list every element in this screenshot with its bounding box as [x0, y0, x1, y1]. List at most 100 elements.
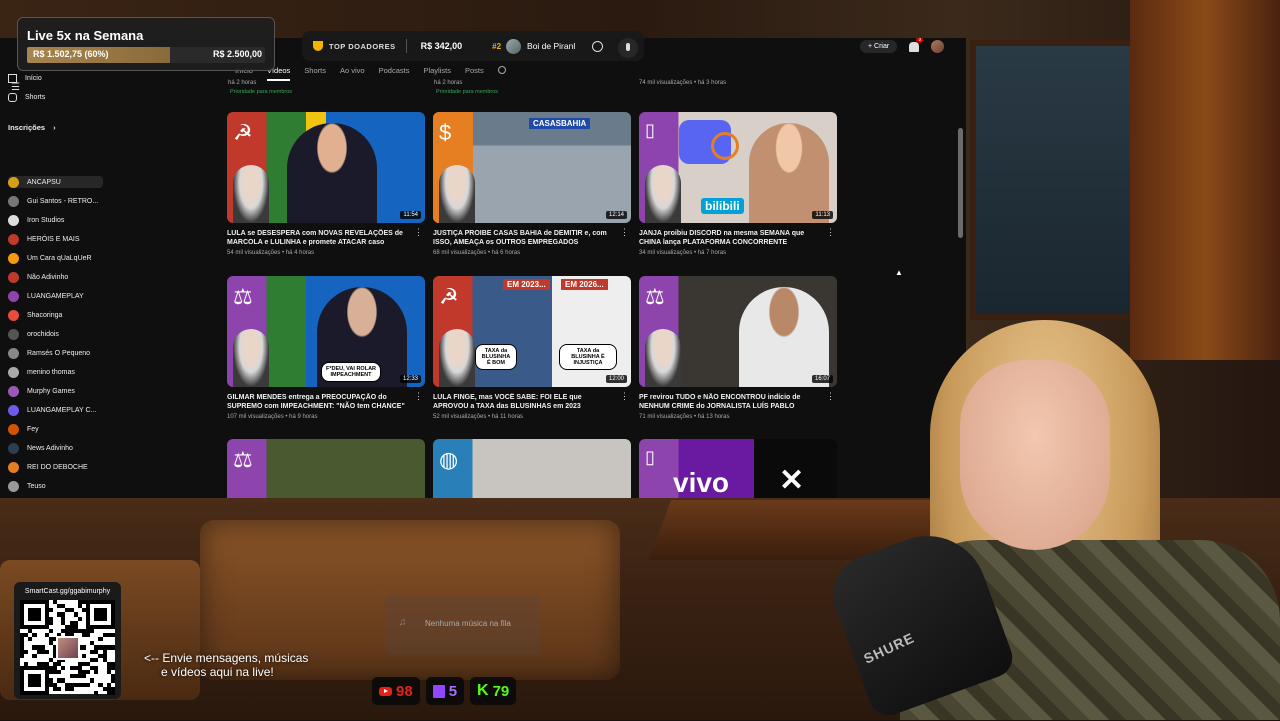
donor-rank: #2: [492, 41, 502, 51]
sidebar-subscription-item[interactable]: LUANGAMEPLAY: [8, 290, 103, 302]
sidebar-subscription-item[interactable]: REI DO DEBOCHE: [8, 461, 103, 473]
qr-module: [102, 686, 107, 691]
channel-avatar: [8, 442, 19, 454]
sidebar-subscription-item[interactable]: orochidois: [8, 328, 103, 340]
donation-goal-widget: Live 5x na Semana R$ 1.502,75 (60%) R$ 2…: [17, 17, 275, 71]
sidebar-subscription-item[interactable]: Murphy Games: [8, 385, 103, 397]
qr-module: [81, 645, 87, 650]
sidebar-subscription-item[interactable]: Gui Santos - RETRO...: [8, 195, 103, 207]
music-queue-widget: ♫ Nenhuma música na fila: [385, 595, 540, 655]
video-card[interactable]: $ CASASBAHIA 12:14 JUSTIÇA PROIBE CASAS …: [433, 112, 633, 256]
video-meta: 52 mil visualizações • há 11 horas: [433, 414, 524, 420]
video-thumbnail[interactable]: ⚖ 16:07: [639, 276, 837, 387]
sidebar-item-shorts[interactable]: Shorts: [8, 91, 103, 103]
qr-module: [110, 616, 115, 621]
sidebar-subscription-item[interactable]: HERÓIS E MAIS: [8, 233, 103, 245]
video-thumbnail[interactable]: ▯ bilibili 11:13: [639, 112, 837, 223]
sidebar-subscription-item[interactable]: Ramsés O Pequeno: [8, 347, 103, 359]
sidebar-subscription-label: Shacoringa: [27, 311, 63, 319]
host-figure: [439, 329, 475, 387]
more-options-icon[interactable]: ⋮: [620, 228, 629, 237]
video-thumbnail[interactable]: ⚖: [227, 439, 425, 498]
qr-module: [20, 649, 25, 654]
youtube-top-right: + Criar 9: [860, 38, 945, 53]
divider: [405, 39, 407, 53]
video-title[interactable]: LULA se DESESPERA com NOVAS REVELAÇÕES d…: [227, 229, 407, 247]
qr-module: [110, 645, 115, 650]
qr-module: [32, 616, 37, 621]
video-card[interactable]: ☭ 11:54 LULA se DESESPERA com NOVAS REVE…: [227, 112, 427, 256]
video-title[interactable]: GILMAR MENDES entrega a PREOCUPAÇÃO do S…: [227, 393, 407, 411]
video-duration: 12:33: [399, 375, 421, 383]
qr-module: [53, 670, 58, 675]
search-icon[interactable]: [592, 41, 603, 52]
qr-module: [20, 653, 25, 658]
tab-podcasts[interactable]: Podcasts: [379, 66, 410, 81]
video-thumbnail[interactable]: ☭ 11:54: [227, 112, 425, 223]
video-title[interactable]: LULA FINGE, mas VOCÊ SABE: FOI ELE que A…: [433, 393, 613, 411]
scrollbar[interactable]: [958, 128, 963, 238]
video-card[interactable]: ▯ bilibili 11:13 JANJA proibiu DISCORD n…: [639, 112, 839, 256]
qr-module: [106, 624, 111, 629]
sidebar-subscription-item[interactable]: Não Adivinho: [8, 271, 103, 283]
notifications-icon[interactable]: 9: [909, 38, 924, 52]
video-card[interactable]: ⚖: [227, 439, 427, 498]
qr-module: [20, 682, 25, 687]
qr-module: [24, 600, 29, 605]
qr-module: [28, 682, 33, 687]
voice-search-icon[interactable]: [618, 38, 638, 58]
video-title[interactable]: JUSTIÇA PROIBE CASAS BAHIA de DEMITIR e,…: [433, 229, 613, 247]
qr-module: [110, 661, 115, 667]
qr-module: [20, 666, 25, 671]
sidebar-subscription-item[interactable]: News Adivinho: [8, 442, 103, 454]
subscriptions-header[interactable]: Inscrições ›: [8, 121, 103, 133]
sidebar-subscription-item[interactable]: menino thomas: [8, 366, 103, 378]
sidebar-subscription-item[interactable]: LUANGAMEPLAY C...: [8, 404, 103, 416]
video-card[interactable]: ☭ EM 2023... EM 2026... TAXA da BLUSINHA…: [433, 276, 633, 420]
tab-shorts[interactable]: Shorts: [304, 66, 326, 81]
more-options-icon[interactable]: ⋮: [620, 392, 629, 401]
tab-posts[interactable]: Posts: [465, 66, 484, 81]
sidebar-subscription-item[interactable]: ANCAPSU: [8, 176, 103, 188]
more-options-icon[interactable]: ⋮: [414, 392, 423, 401]
tab-playlists[interactable]: Playlists: [423, 66, 451, 81]
video-thumbnail[interactable]: ◍: [433, 439, 631, 498]
more-options-icon[interactable]: ⋮: [826, 392, 835, 401]
channel-tabs: Início Vídeos Shorts Ao vivo Podcasts Pl…: [235, 66, 506, 81]
video-thumbnail[interactable]: ☭ EM 2023... EM 2026... TAXA da BLUSINHA…: [433, 276, 631, 387]
video-thumbnail[interactable]: $ CASASBAHIA 12:14: [433, 112, 631, 223]
sidebar-item-home[interactable]: Início: [8, 72, 103, 84]
sidebar-subscription-item[interactable]: Um Cara qUaLqUeR: [8, 252, 103, 264]
qr-module: [73, 674, 78, 679]
video-thumbnail[interactable]: ▯ vivo ✕: [639, 439, 837, 498]
more-options-icon[interactable]: ⋮: [414, 228, 423, 237]
sidebar-subscription-item[interactable]: Fey: [8, 423, 103, 435]
qr-module: [32, 600, 37, 605]
store-sign: CASASBAHIA: [529, 118, 591, 129]
video-thumbnail[interactable]: ⚖ F*DEU, VAI ROLAR IMPEACHMENT 12:33: [227, 276, 425, 387]
qr-module: [110, 620, 115, 625]
qr-module: [69, 624, 74, 629]
video-card[interactable]: ⚖ F*DEU, VAI ROLAR IMPEACHMENT 12:33 GIL…: [227, 276, 427, 420]
sidebar-subscription-item[interactable]: Shacoringa: [8, 309, 103, 321]
more-options-icon[interactable]: ⋮: [826, 228, 835, 237]
video-card[interactable]: ⚖ 16:07 PF revirou TUDO e NÃO ENCONTROU …: [639, 276, 839, 420]
channel-search-icon[interactable]: [497, 66, 506, 74]
qr-module: [90, 657, 95, 662]
qr-module: [90, 666, 95, 671]
sidebar-item-label: Início: [25, 74, 42, 82]
create-button[interactable]: + Criar: [860, 40, 898, 53]
tab-ao-vivo[interactable]: Ao vivo: [340, 66, 365, 81]
sidebar-subscription-item[interactable]: Iron Studios: [8, 214, 103, 226]
video-card[interactable]: ◍: [433, 439, 633, 498]
qr-module: [20, 674, 25, 679]
qr-module: [102, 657, 107, 662]
video-title[interactable]: PF revirou TUDO e NÃO ENCONTROU indício …: [639, 393, 819, 411]
sidebar-subscription-item[interactable]: Teuso: [8, 480, 103, 492]
video-title[interactable]: JANJA proibiu DISCORD na mesma SEMANA qu…: [639, 229, 819, 247]
qr-module: [94, 600, 99, 605]
qr-module: [20, 633, 25, 638]
avatar[interactable]: [931, 40, 945, 53]
video-card[interactable]: ▯ vivo ✕: [639, 439, 839, 498]
qr-avatar: [56, 636, 80, 660]
